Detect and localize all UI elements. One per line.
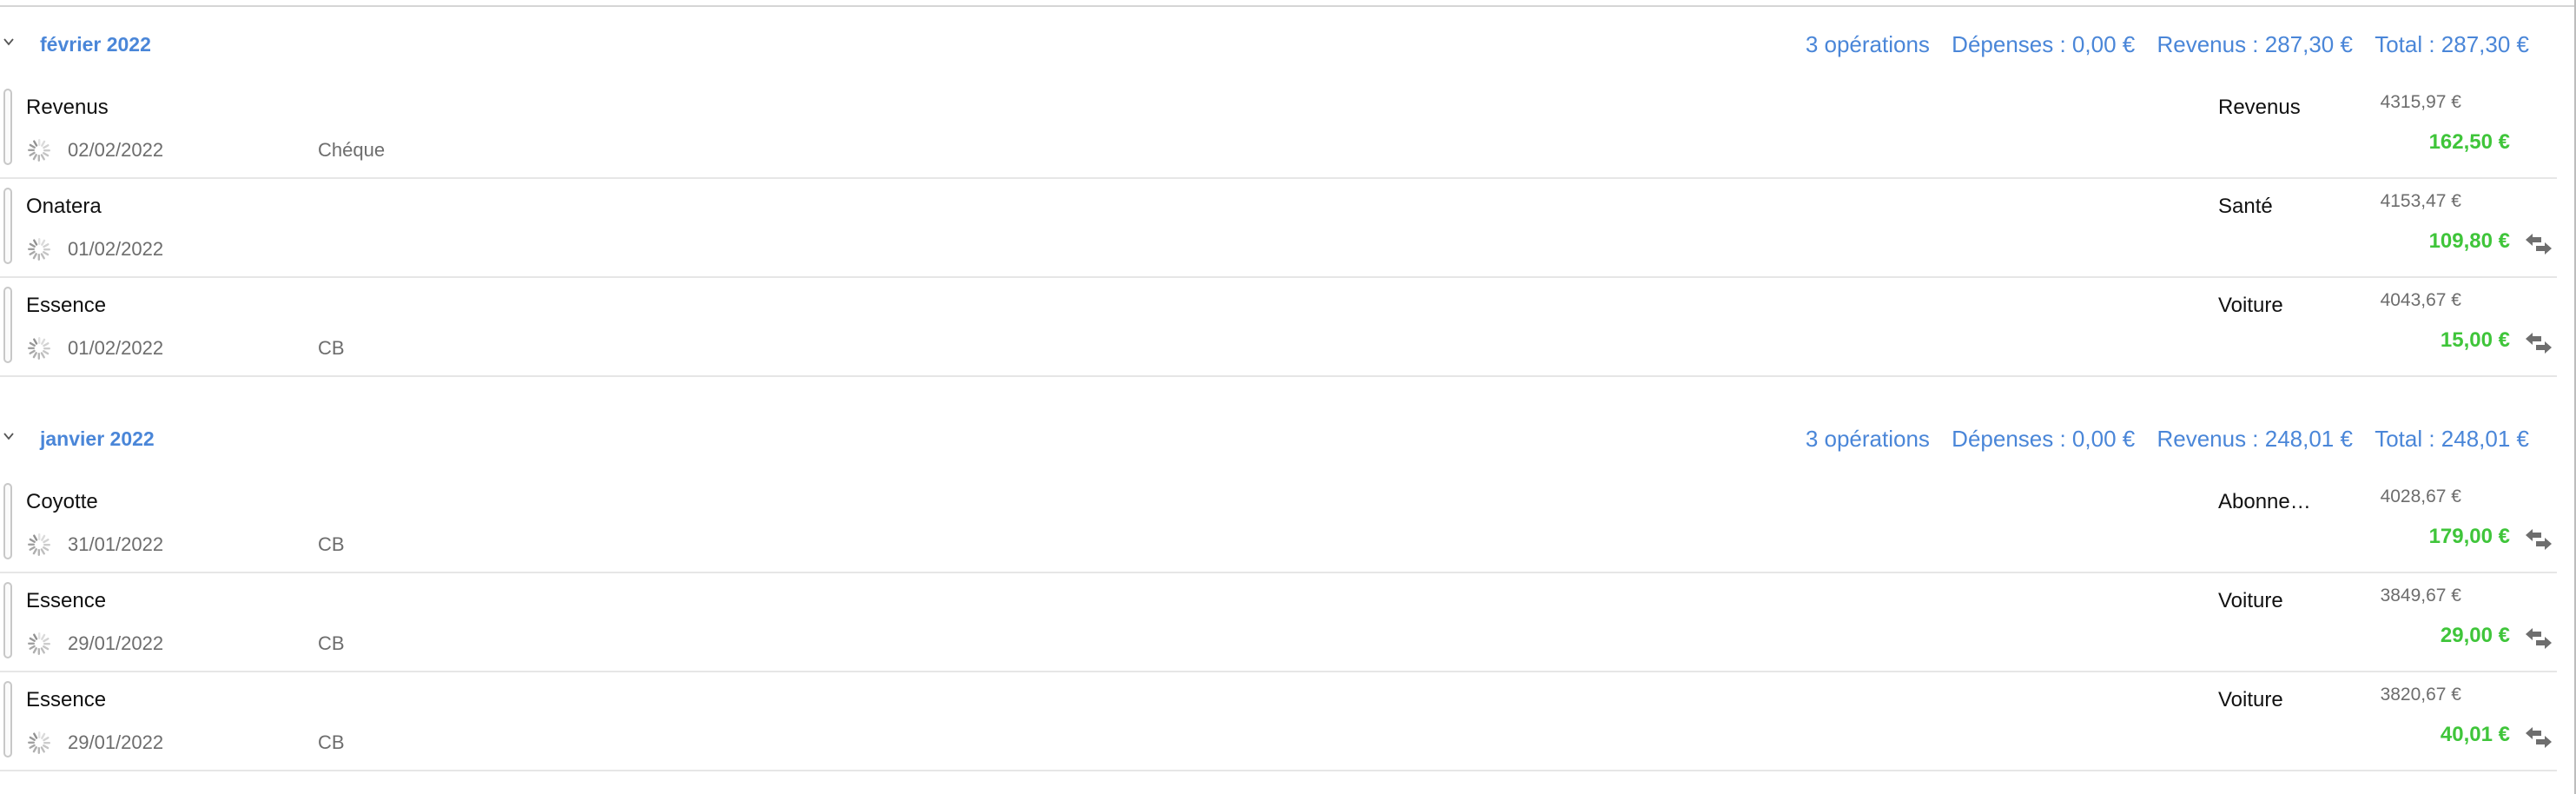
chevron-down-icon[interactable] [3, 431, 14, 441]
transaction-row[interactable]: Coyotte 31/01/2022 CB Abonne… 4028,67 € … [0, 474, 2557, 573]
row-handle[interactable] [3, 188, 12, 264]
row-handle[interactable] [3, 89, 12, 165]
balance-label: 3849,67 € [2380, 586, 2461, 605]
expenses-total: Dépenses : 0,00 € [1952, 426, 2136, 452]
month-section: février 2022 3 opérations Dépenses : 0,0… [0, 7, 2576, 377]
balance-label: 3820,67 € [2380, 685, 2461, 705]
transfer-icon[interactable] [2524, 526, 2553, 552]
row-handle[interactable] [3, 681, 12, 758]
payee-label: Essence [26, 589, 107, 612]
category-label: Revenus [2218, 96, 2301, 119]
operations-count: 3 opérations [1805, 31, 1930, 57]
loading-spinner-icon [26, 335, 52, 361]
payee-label: Revenus [26, 96, 109, 119]
balance-label: 4315,97 € [2380, 92, 2461, 112]
payment-mode-label: CB [318, 731, 345, 753]
transfer-icon[interactable] [2524, 625, 2553, 652]
loading-spinner-icon [26, 532, 52, 558]
date-label: 01/02/2022 [68, 337, 164, 359]
payment-mode-label: Chéque [318, 139, 386, 161]
transaction-row[interactable]: Essence 01/02/2022 CB Voiture 4043,67 € … [0, 278, 2557, 377]
category-label: Voiture [2218, 294, 2283, 317]
row-handle[interactable] [3, 287, 12, 363]
transfer-icon[interactable] [2524, 231, 2553, 257]
balance-label: 4028,67 € [2380, 486, 2461, 506]
grand-total: Total : 287,30 € [2375, 31, 2529, 57]
operations-count: 3 opérations [1805, 426, 1930, 452]
payee-label: Essence [26, 294, 107, 317]
transfer-icon[interactable] [2524, 330, 2553, 356]
chevron-down-icon[interactable] [3, 36, 14, 47]
date-label: 29/01/2022 [68, 632, 164, 654]
payee-label: Onatera [26, 195, 102, 218]
payee-label: Coyotte [26, 490, 98, 513]
payment-mode-label: CB [318, 632, 345, 654]
category-label: Santé [2218, 195, 2273, 218]
income-total: Revenus : 248,01 € [2157, 426, 2353, 452]
category-label: Voiture [2218, 589, 2283, 612]
amount-label: 179,00 € [2428, 525, 2510, 548]
transaction-row[interactable]: Essence 29/01/2022 CB Voiture 3820,67 € … [0, 672, 2557, 771]
month-section: janvier 2022 3 opérations Dépenses : 0,0… [0, 401, 2576, 771]
amount-label: 40,01 € [2440, 723, 2510, 746]
transaction-row[interactable]: Revenus 02/02/2022 Chéque Revenus 4315,9… [0, 80, 2557, 179]
loading-spinner-icon [26, 236, 52, 262]
date-label: 02/02/2022 [68, 139, 164, 161]
amount-label: 15,00 € [2440, 328, 2510, 352]
expenses-total: Dépenses : 0,00 € [1952, 31, 2136, 57]
payee-label: Essence [26, 688, 107, 711]
amount-label: 29,00 € [2440, 624, 2510, 647]
month-summary: 3 opérations Dépenses : 0,00 € Revenus :… [1790, 31, 2529, 58]
balance-label: 4043,67 € [2380, 290, 2461, 310]
month-summary: 3 opérations Dépenses : 0,00 € Revenus :… [1790, 426, 2529, 453]
payment-mode-label: CB [318, 533, 345, 555]
month-label[interactable]: février 2022 [40, 33, 151, 56]
amount-label: 162,50 € [2428, 130, 2510, 154]
row-handle[interactable] [3, 483, 12, 559]
date-label: 29/01/2022 [68, 731, 164, 753]
month-header[interactable]: janvier 2022 3 opérations Dépenses : 0,0… [0, 401, 2576, 474]
transaction-row[interactable]: Essence 29/01/2022 CB Voiture 3849,67 € … [0, 573, 2557, 672]
balance-label: 4153,47 € [2380, 191, 2461, 211]
income-total: Revenus : 287,30 € [2157, 31, 2353, 57]
loading-spinner-icon [26, 631, 52, 657]
category-label: Abonne… [2218, 490, 2311, 513]
amount-label: 109,80 € [2428, 229, 2510, 253]
row-handle[interactable] [3, 582, 12, 658]
loading-spinner-icon [26, 137, 52, 163]
payment-mode-label: CB [318, 337, 345, 359]
category-label: Voiture [2218, 688, 2283, 711]
loading-spinner-icon [26, 730, 52, 756]
month-header[interactable]: février 2022 3 opérations Dépenses : 0,0… [0, 7, 2576, 80]
date-label: 31/01/2022 [68, 533, 164, 555]
transaction-row[interactable]: Onatera 01/02/2022 Santé 4153,47 € 109,8… [0, 179, 2557, 278]
transfer-icon[interactable] [2524, 725, 2553, 751]
grand-total: Total : 248,01 € [2375, 426, 2529, 452]
month-label[interactable]: janvier 2022 [40, 427, 155, 451]
date-label: 01/02/2022 [68, 238, 164, 260]
